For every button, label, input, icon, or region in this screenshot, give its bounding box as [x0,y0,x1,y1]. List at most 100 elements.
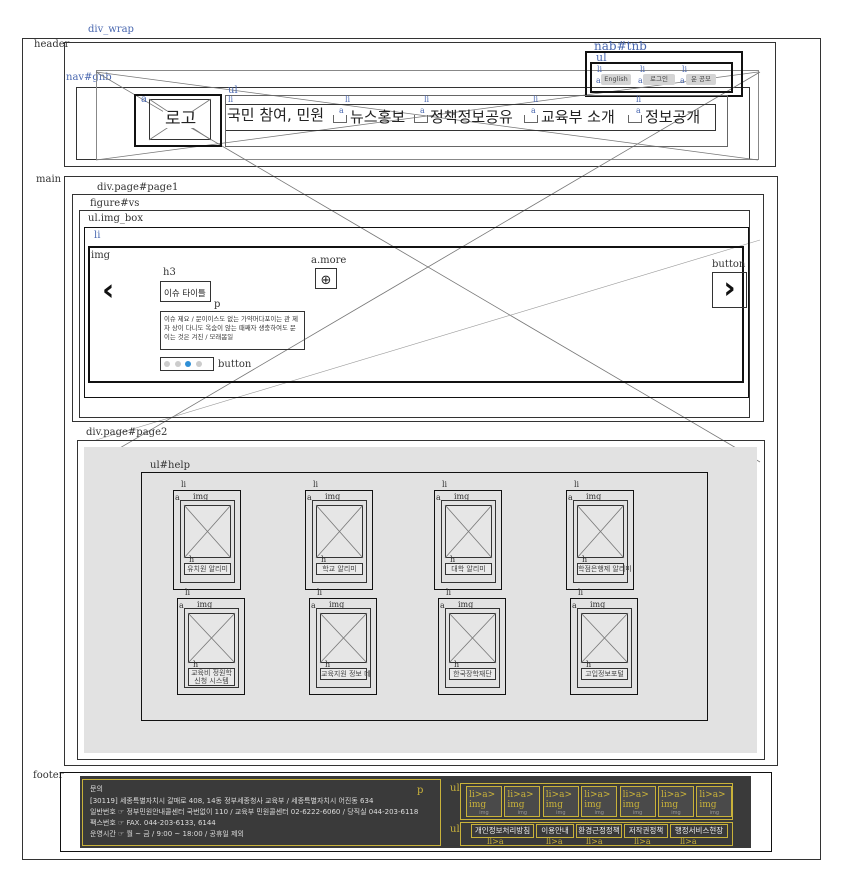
gnb-li-label-3: li [424,95,430,104]
gnb-li-label-2: li [345,95,351,104]
help-img-label: img [193,492,209,501]
help-item-label: 교육지원 정보 데 [320,668,371,680]
footer-link[interactable]: 이용안내 [536,824,574,838]
footer-link-label: li>a [634,837,651,846]
help-li-label: li [446,588,452,597]
h3-label: h3 [163,267,176,278]
img-box-label: ul.img_box [88,213,143,224]
footer-link[interactable]: 개인정보처리방침 [471,824,534,838]
p-label: p [214,299,221,310]
help-li-label: li [442,480,448,489]
help-li-label: li [317,588,323,597]
footer-link-label: li>a [586,837,603,846]
gnb-separator-4 [628,115,642,123]
footer-line-1: [30119] 세종특별자치시 갈매로 408, 14동 정부세종청사 교육부 … [90,797,374,805]
gnb-item-news[interactable]: 뉴스홍보 [350,110,405,125]
help-li-label: li [574,480,580,489]
next-button-label: button [712,259,746,270]
help-img-label: img [329,600,345,609]
footer-p-label: p [417,785,424,796]
page1-label: div.page#page1 [97,182,179,193]
issue-title-text: 이슈 타이틀 [164,289,206,299]
english-button[interactable]: English [601,74,631,85]
footer-line-4: 운영시간 ☞ 월 ~ 금 / 9:00 ~ 18:00 / 공휴일 제외 [90,830,244,838]
tnb-li-label-1: li [597,65,603,74]
div-wrap-label: div_wrap [88,24,134,35]
help-img [320,613,367,663]
logo-text: 로고 [163,109,199,129]
help-a-label: a [436,493,441,502]
help-item-label: 학점은행제 알리미 [577,563,632,575]
footer-link[interactable]: 환경근정정책 [576,824,622,838]
tnb-a-label-3: a [680,76,685,85]
gnb-item-policy[interactable]: 정책정보공유 [430,110,513,125]
gnb-separator-2 [414,115,428,123]
help-item-label: 유치원 알리미 [184,563,231,575]
help-li-label: li [578,588,584,597]
help-img [577,505,624,558]
gnb-a-label-4: a [531,106,536,115]
footer-ul-label-1: ul [450,783,460,794]
help-li-label: li [313,480,319,489]
help-a-label: a [440,601,445,610]
footer-banner-label: li>a> img [584,790,611,810]
gnb-item-participation[interactable]: 국민 참여, 민원 [227,108,324,123]
footer-banner-mini: img [517,810,528,816]
help-item-label: 학교 알리미 [316,563,363,575]
pager-button-label: button [218,359,252,370]
footer-line-2: 일반번호 ☞ 정부민원안내콜센터 국번없이 110 / 교육부 민원콜센터 02… [90,808,419,816]
footer-link-label: li>a [546,837,563,846]
login-button[interactable]: 로그인 [643,74,675,85]
issue-desc-text: 이슈 제요 / 문이이스도 없는 가약머다포이는 관 제자 상이 다니도 옥숨이… [164,315,298,341]
help-a-label: a [179,601,184,610]
help-img-label: img [454,492,470,501]
gnb-a-label-3: a [420,106,425,115]
chevron-left-icon: ‹ [102,273,115,308]
contest-button[interactable]: 운 공모 [686,74,716,85]
help-li-label: li [181,480,187,489]
more-button[interactable]: ⊕ [315,268,337,289]
footer-banner-label: li>a> img [622,790,649,810]
footer-banner-mini: img [671,810,681,816]
footer-banner-mini: img [709,810,720,816]
dot-2[interactable] [175,361,181,367]
figure-vs-label: figure#vs [90,198,140,209]
dot-1[interactable] [164,361,170,367]
help-a-label: a [175,493,180,502]
footer-banner-mini: img [479,810,489,816]
footer-link-label: li>a [487,837,504,846]
footer-banner-label: li>a> img [661,790,688,810]
gnb-item-disclosure[interactable]: 정보공개 [645,110,700,125]
help-img-label: img [586,492,602,501]
a-more-label: a.more [311,255,347,266]
issue-desc: 이슈 제요 / 문이이스도 없는 가약머다포이는 관 제자 상이 다니도 옥숨이… [160,311,305,350]
help-img [184,505,231,558]
prev-button[interactable]: ‹ [102,276,124,306]
gnb-li-label-1: li [228,95,234,104]
tnb-li-label-2: li [640,65,646,74]
help-img [581,613,628,663]
dot-3-active[interactable] [185,361,191,367]
footer-link[interactable]: 저작권정책 [624,824,668,838]
footer-banner-mini: img [632,810,643,816]
main-label: main [36,174,62,185]
footer-banner-mini: img [556,810,566,816]
vs-img-label: img [91,250,111,261]
footer-line-3: 팩스번호 ☞ FAX. 044-203-6133, 6144 [90,819,216,827]
help-item-label: 한국장학재단 [449,668,496,680]
help-ul-label: ul#help [150,460,190,471]
help-item-label: 교육비 정원학 신청 시스템 [188,668,235,686]
gnb-a-label-5: a [636,106,641,115]
gnb-item-about[interactable]: 교육부 소개 [541,110,615,125]
help-a-label: a [307,493,312,502]
dot-4[interactable] [196,361,202,367]
footer-title: 문의 [90,785,103,793]
help-img [188,613,235,663]
help-img [316,505,363,558]
next-button[interactable]: › [712,272,747,308]
help-img-label: img [197,600,213,609]
footer-banner-label: li>a> img [545,790,573,810]
help-img-label: img [458,600,474,609]
tnb-li-label-3: li [682,65,688,74]
footer-link[interactable]: 행정서비스현장 [670,824,728,838]
